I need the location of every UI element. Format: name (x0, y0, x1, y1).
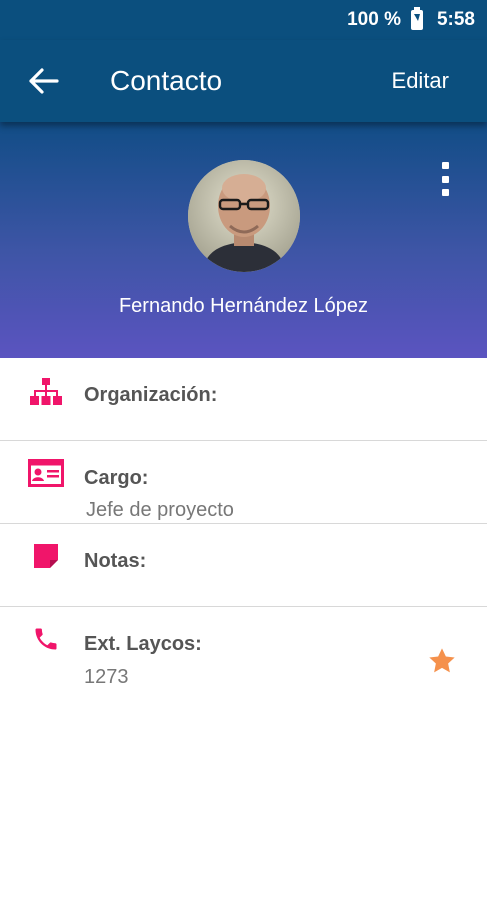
battery-percent: 100 % (347, 9, 401, 30)
field-row-organization[interactable]: Organización: (0, 358, 487, 441)
avatar[interactable] (188, 160, 300, 272)
contact-header: Fernando Hernández López (0, 122, 487, 358)
field-row-notes[interactable]: Notas: (0, 524, 487, 607)
field-label: Organización: (84, 384, 218, 406)
avatar-photo (188, 160, 300, 272)
app-bar: Contacto Editar (0, 40, 487, 122)
field-row-extension[interactable]: Ext. Laycos: 1273 (0, 607, 487, 707)
edit-button[interactable]: Editar (392, 68, 449, 94)
clock: 5:58 (436, 9, 475, 30)
note-icon (28, 538, 64, 574)
arrow-back-icon (29, 68, 59, 94)
field-row-cargo[interactable]: Cargo: Jefe de proyecto (0, 441, 487, 524)
id-card-icon (28, 455, 64, 491)
status-bar: 100 % 5:58 (0, 0, 487, 40)
favorite-star-button[interactable] (426, 645, 458, 677)
more-options-button[interactable] (435, 162, 455, 196)
more-vert-icon (441, 162, 449, 169)
field-value: 1273 (84, 666, 129, 688)
phone-icon (28, 621, 64, 657)
contact-name: Fernando Hernández López (118, 295, 369, 317)
field-label: Ext. Laycos: (84, 633, 202, 655)
back-button[interactable] (4, 40, 84, 122)
org-chart-icon (28, 374, 64, 410)
battery-charging-icon (410, 7, 423, 30)
star-icon (429, 648, 455, 673)
field-value: Jefe de proyecto (86, 499, 234, 521)
page-title: Contacto (110, 65, 223, 96)
field-label: Cargo: (84, 467, 149, 489)
field-label: Notas: (84, 550, 147, 572)
